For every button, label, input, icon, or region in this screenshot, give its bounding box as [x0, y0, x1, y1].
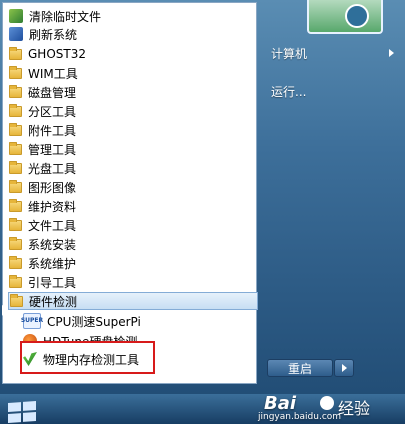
menu-item-clear-temp[interactable]: 清除临时文件: [9, 7, 255, 25]
submenu-item-label: CPU测速SuperPi: [47, 314, 141, 329]
restart-label: 重启: [287, 361, 312, 376]
clean-icon: [9, 9, 23, 23]
folder-icon: [9, 65, 22, 79]
red-highlight-box: [20, 341, 155, 374]
menu-item-label: 分区工具: [28, 104, 77, 119]
chevron-right-icon: [389, 49, 394, 57]
menu-item-system-install[interactable]: 系统安装: [9, 235, 255, 253]
menu-item-admin-tools[interactable]: 管理工具: [9, 140, 255, 158]
computer-link[interactable]: 计算机: [271, 45, 307, 62]
baidu-paw-icon: [320, 396, 334, 410]
shutdown-options-button[interactable]: [334, 359, 354, 377]
menu-item-ghost32[interactable]: GHOST32: [9, 45, 255, 63]
menu-item-graphics[interactable]: 图形图像: [9, 178, 255, 196]
baidu-jingyan-watermark: Bai 经验 jingyan.baidu.com: [256, 393, 404, 423]
menu-item-refresh-system[interactable]: 刷新系统: [9, 25, 255, 43]
menu-item-label: 刷新系统: [29, 27, 78, 42]
menu-item-label: 管理工具: [28, 142, 77, 157]
folder-icon: [9, 236, 22, 250]
menu-item-label: 系统安装: [28, 237, 77, 252]
mouse-cursor-icon: [2, 305, 8, 316]
menu-item-label: 引导工具: [28, 275, 77, 290]
refresh-icon: [9, 27, 23, 41]
windows-logo-icon[interactable]: [8, 401, 36, 423]
menu-item-label: 光盘工具: [28, 161, 77, 176]
menu-item-label: 图形图像: [28, 180, 77, 195]
menu-item-hardware-test[interactable]: 硬件检测: [8, 292, 258, 310]
menu-item-partition-tools[interactable]: 分区工具: [9, 102, 255, 120]
menu-item-label: 附件工具: [28, 123, 77, 138]
folder-icon: [9, 217, 22, 231]
submenu-item-superpi[interactable]: SUPER CPU测速SuperPi: [21, 312, 255, 330]
menu-item-accessory-tools[interactable]: 附件工具: [9, 121, 255, 139]
user-avatar[interactable]: [307, 0, 383, 34]
watermark-logo: Bai: [264, 393, 297, 414]
menu-item-maintenance-docs[interactable]: 维护资料: [9, 197, 255, 215]
folder-icon: [9, 84, 22, 98]
restart-button[interactable]: 重启: [267, 359, 333, 377]
menu-item-boot-tools[interactable]: 引导工具: [9, 273, 255, 291]
menu-item-label: 维护资料: [28, 199, 77, 214]
watermark-url: jingyan.baidu.com: [258, 412, 342, 422]
folder-icon: [9, 160, 22, 174]
menu-item-label: 系统维护: [28, 256, 77, 271]
folder-icon: [9, 274, 22, 288]
folder-icon: [9, 122, 22, 136]
menu-item-label: 清除临时文件: [29, 9, 102, 24]
watermark-text: 经验: [338, 399, 371, 418]
menu-item-label: WIM工具: [28, 66, 78, 81]
menu-item-label: 硬件检测: [29, 294, 78, 309]
menu-item-label: 磁盘管理: [28, 85, 77, 100]
menu-item-disk-management[interactable]: 磁盘管理: [9, 83, 255, 101]
folder-icon: [9, 198, 22, 212]
folder-icon: [9, 103, 22, 117]
superpi-icon: SUPER: [21, 313, 43, 329]
folder-icon: [9, 46, 22, 60]
folder-icon: [9, 255, 22, 269]
menu-item-label: GHOST32: [28, 47, 86, 61]
menu-item-disc-tools[interactable]: 光盘工具: [9, 159, 255, 177]
folder-icon: [9, 141, 22, 155]
menu-item-wim-tools[interactable]: WIM工具: [9, 64, 255, 82]
menu-item-label: 文件工具: [28, 218, 77, 233]
start-menu-programs: 清除临时文件 刷新系统 GHOST32 WIM工具 磁盘管理 分区工具 附件工具…: [2, 2, 258, 384]
menu-item-file-tools[interactable]: 文件工具: [9, 216, 255, 234]
folder-icon: [10, 293, 23, 307]
folder-icon: [9, 179, 22, 193]
run-link[interactable]: 运行...: [271, 83, 306, 100]
menu-item-system-maintenance[interactable]: 系统维护: [9, 254, 255, 272]
